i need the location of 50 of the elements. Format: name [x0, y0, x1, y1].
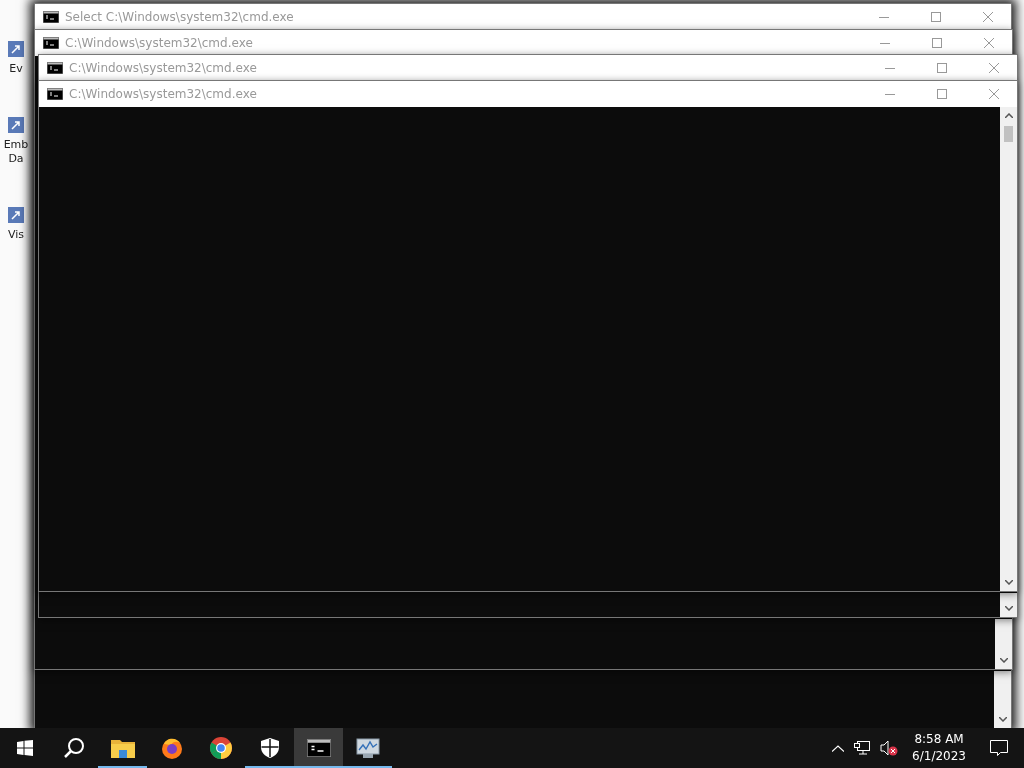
network-icon: [854, 741, 871, 755]
close-icon: [989, 89, 999, 99]
shortcut-icon: [7, 116, 25, 134]
minimize-icon: [885, 67, 895, 69]
desktop-icon-label[interactable]: Emb Da: [1, 138, 31, 166]
close-icon: [989, 63, 999, 73]
scrollbar[interactable]: [1000, 593, 1017, 617]
scrollbar[interactable]: [1000, 107, 1017, 591]
close-icon: [983, 12, 993, 22]
scrollbar[interactable]: [995, 619, 1012, 669]
maximize-icon: [931, 12, 941, 22]
clock-button[interactable]: 8:58 AM 6/1/2023: [906, 731, 972, 765]
scroll-down-icon[interactable]: [1004, 580, 1013, 585]
terminal-icon: [47, 62, 63, 74]
close-icon: [984, 38, 994, 48]
terminal-icon: [43, 37, 59, 49]
desktop-icon-label[interactable]: Ev: [1, 62, 31, 76]
maximize-icon: [932, 38, 942, 48]
windows-logo-icon: [16, 740, 33, 756]
folder-icon: [110, 738, 135, 758]
terminal-icon: [43, 11, 59, 23]
shield-icon: [260, 738, 279, 758]
chrome-icon: [208, 736, 233, 760]
maximize-icon: [937, 63, 947, 73]
chevron-up-icon: [832, 744, 845, 752]
performance-monitor-icon: [355, 737, 380, 759]
terminal-icon: [47, 88, 63, 100]
scroll-down-icon[interactable]: [1004, 606, 1013, 611]
window-title: C:\Windows\system32\cmd.exe: [65, 36, 254, 50]
window-title: C:\Windows\system32\cmd.exe: [69, 87, 258, 101]
search-icon: [62, 737, 85, 759]
firefox-icon: [159, 736, 184, 760]
maximize-icon: [937, 89, 947, 99]
speech-bubble-icon: [990, 739, 1008, 757]
terminal-icon: [306, 739, 331, 757]
window-title: C:\Windows\system32\cmd.exe: [69, 61, 258, 75]
minimize-icon: [880, 42, 890, 44]
window-title: Select C:\Windows\system32\cmd.exe: [65, 10, 295, 24]
shortcut-icon: [7, 206, 25, 224]
shortcut-icon: [7, 40, 25, 58]
desktop-icon-label[interactable]: Vis: [1, 228, 31, 242]
speaker-icon: [880, 740, 899, 756]
scroll-thumb[interactable]: [1004, 126, 1013, 142]
minimize-icon: [879, 16, 889, 18]
minimize-icon: [885, 93, 895, 95]
scroll-down-icon[interactable]: [998, 717, 1007, 722]
scrollbar[interactable]: [994, 671, 1011, 728]
scroll-up-icon[interactable]: [1004, 113, 1013, 118]
scroll-down-icon[interactable]: [999, 658, 1008, 663]
taskbar-button[interactable]: [294, 728, 343, 768]
